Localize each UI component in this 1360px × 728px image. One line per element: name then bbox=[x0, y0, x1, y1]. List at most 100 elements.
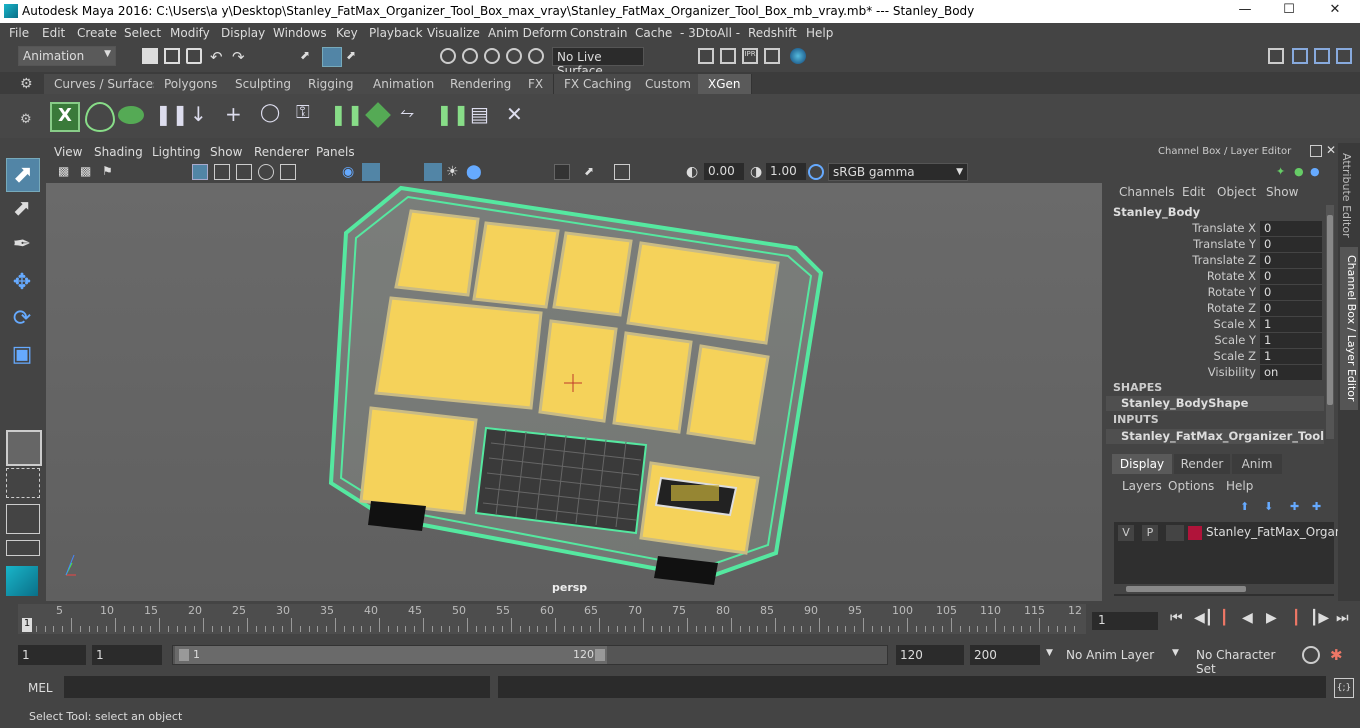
xgen-grass-icon[interactable]: ❚❚ bbox=[436, 102, 470, 128]
layout-split-icon[interactable] bbox=[6, 504, 40, 534]
shape-name[interactable]: Stanley_BodyShape bbox=[1106, 396, 1324, 411]
cb-menu-show[interactable]: Show bbox=[1266, 185, 1298, 199]
outliner-layout-icon[interactable] bbox=[6, 540, 40, 556]
layer-visible-toggle[interactable]: V bbox=[1118, 525, 1134, 541]
cb-menu-edit[interactable]: Edit bbox=[1182, 185, 1205, 199]
layer-color-swatch[interactable] bbox=[1188, 526, 1202, 540]
ipr-render-icon[interactable]: IPR bbox=[742, 48, 758, 64]
layout-four-icon[interactable] bbox=[6, 468, 40, 498]
attribute-editor-toggle-icon[interactable] bbox=[1292, 48, 1308, 64]
shelf-options-icon[interactable]: ⚙ bbox=[20, 76, 36, 92]
menu-visualize[interactable]: Visualize bbox=[427, 26, 480, 40]
xray-icon[interactable]: ◉ bbox=[342, 164, 358, 180]
attr-scale-z-value[interactable]: 1 bbox=[1260, 349, 1322, 364]
snap-grid-icon[interactable] bbox=[440, 48, 456, 64]
snap-point-icon[interactable] bbox=[484, 48, 500, 64]
hud-icon[interactable] bbox=[554, 164, 570, 180]
render-settings-icon[interactable] bbox=[764, 48, 780, 64]
vp-menu-panels[interactable]: Panels bbox=[316, 145, 355, 159]
hyper-icon[interactable]: ● bbox=[1310, 165, 1320, 178]
layer-playback-toggle[interactable]: P bbox=[1142, 525, 1158, 541]
anim-start-field[interactable]: 1 bbox=[18, 645, 86, 665]
layer-new-selected-icon[interactable]: ✚ bbox=[1312, 500, 1321, 513]
xgen-editor-icon[interactable]: X bbox=[50, 102, 80, 132]
manipulator-icon[interactable]: ✦ bbox=[1276, 165, 1285, 178]
channel-icons[interactable]: ✦ ● ● bbox=[1276, 165, 1322, 178]
layer-menu-layers[interactable]: Layers bbox=[1122, 479, 1162, 493]
layer-type-toggle[interactable] bbox=[1166, 525, 1184, 541]
bookmark-icon[interactable]: ⚑ bbox=[102, 164, 118, 180]
undo-icon[interactable]: ↶ bbox=[210, 48, 226, 66]
xgen-guides-icon[interactable]: ❚❚ bbox=[155, 102, 189, 128]
attr-visibility-value[interactable]: on bbox=[1260, 365, 1322, 380]
tab-rendering[interactable]: Rendering bbox=[440, 74, 523, 94]
tab-polygons[interactable]: Polygons bbox=[154, 74, 229, 94]
render-view-icon[interactable] bbox=[698, 48, 714, 64]
attr-scale-x-value[interactable]: 1 bbox=[1260, 317, 1322, 332]
minimize-button[interactable]: — bbox=[1230, 2, 1260, 20]
go-start-icon[interactable]: ⏮ bbox=[1170, 610, 1183, 626]
select-tool-icon[interactable]: ⬈ bbox=[6, 158, 40, 192]
xgen-comb-icon[interactable]: ❚❚ bbox=[330, 102, 364, 128]
vp-menu-show[interactable]: Show bbox=[210, 145, 242, 159]
channel-box-toggle-icon[interactable] bbox=[1336, 48, 1352, 64]
menu-redshift[interactable]: Redshift bbox=[748, 26, 797, 40]
tab-animation[interactable]: Animation bbox=[363, 74, 446, 94]
command-input[interactable] bbox=[64, 676, 490, 698]
textured-icon[interactable] bbox=[280, 164, 296, 180]
mode-dropdown[interactable]: Animation ▼ bbox=[18, 46, 116, 66]
xgen-preview-icon[interactable] bbox=[85, 102, 115, 132]
wireframe-icon[interactable] bbox=[214, 164, 230, 180]
render-frame-icon[interactable] bbox=[720, 48, 736, 64]
attr-translate-x-value[interactable]: 0 bbox=[1260, 221, 1322, 236]
anim-prefs-icon[interactable]: ✱ bbox=[1330, 646, 1348, 664]
maya-home-icon[interactable] bbox=[6, 566, 38, 596]
range-slider[interactable]: 1 120 bbox=[172, 645, 888, 665]
layer-row[interactable]: V P Stanley_FatMax_Organiz bbox=[1114, 524, 1352, 542]
layer-move-up-icon[interactable]: ⬆ bbox=[1240, 500, 1249, 513]
isolate-select-icon[interactable] bbox=[362, 163, 380, 181]
menu-cache[interactable]: Cache bbox=[635, 26, 672, 40]
anim-end-field[interactable]: 200 bbox=[970, 645, 1040, 665]
ssao-icon[interactable]: ⬤ bbox=[466, 164, 482, 180]
cb-scrollbar[interactable] bbox=[1326, 205, 1334, 439]
snap-view-icon[interactable] bbox=[506, 48, 522, 64]
menu-file[interactable]: File bbox=[9, 26, 29, 40]
layer-move-down-icon[interactable]: ⬇ bbox=[1264, 500, 1273, 513]
paint-select-icon[interactable]: ✒ bbox=[6, 232, 38, 264]
current-frame-field[interactable]: 1 bbox=[1092, 612, 1158, 630]
modeling-toolkit-icon[interactable] bbox=[1268, 48, 1284, 64]
time-slider[interactable]: 1 5 10 15 20 25 30 35 40 45 50 55 60 65 70 75 80 85 90 95 1… bbox=[18, 604, 1086, 634]
lights-icon[interactable]: ☀ bbox=[446, 164, 462, 180]
range-handle[interactable] bbox=[175, 646, 607, 664]
move-tool-icon[interactable]: ✥ bbox=[6, 270, 38, 302]
grease-pencil-icon[interactable]: ⬈ bbox=[584, 164, 600, 180]
anim-layer-dropdown[interactable]: ▼ No Anim Layer bbox=[1046, 644, 1164, 666]
vp-menu-lighting[interactable]: Lighting bbox=[152, 145, 201, 159]
layer-tab-anim[interactable]: Anim bbox=[1232, 454, 1282, 474]
aa-icon[interactable] bbox=[614, 164, 630, 180]
tool-settings-toggle-icon[interactable] bbox=[1314, 48, 1330, 64]
menu-playback[interactable]: Playback bbox=[369, 26, 423, 40]
channel-box-tab[interactable]: Channel Box / Layer Editor bbox=[1340, 247, 1358, 410]
snap-curve-icon[interactable] bbox=[462, 48, 478, 64]
range-end-handle[interactable] bbox=[595, 649, 605, 661]
next-key-icon[interactable]: ┃ bbox=[1292, 610, 1300, 626]
lasso-tool-icon[interactable]: ⬈ bbox=[6, 196, 38, 228]
xgen-groom-icon[interactable]: ▤ bbox=[470, 102, 496, 128]
color-management-icon[interactable] bbox=[808, 164, 824, 180]
attr-translate-z-value[interactable]: 0 bbox=[1260, 253, 1322, 268]
select-component-icon[interactable]: ⬈ bbox=[346, 48, 362, 64]
xgen-layer-icon[interactable] bbox=[365, 102, 391, 128]
menu-windows[interactable]: Windows bbox=[273, 26, 327, 40]
layer-new-icon[interactable]: ✚ bbox=[1290, 500, 1299, 513]
auto-key-icon[interactable] bbox=[1302, 646, 1320, 664]
hypershade-icon[interactable] bbox=[790, 48, 806, 64]
float-panel-icon[interactable] bbox=[1310, 145, 1322, 157]
scroll-thumb[interactable] bbox=[1126, 586, 1246, 592]
close-panel-icon[interactable]: ✕ bbox=[1326, 143, 1336, 157]
xgen-delete-guide-icon[interactable]: ✕ bbox=[506, 102, 532, 128]
tab-rigging[interactable]: Rigging bbox=[298, 74, 365, 94]
menu-key[interactable]: Key bbox=[336, 26, 358, 40]
layer-tab-display[interactable]: Display bbox=[1112, 454, 1172, 474]
